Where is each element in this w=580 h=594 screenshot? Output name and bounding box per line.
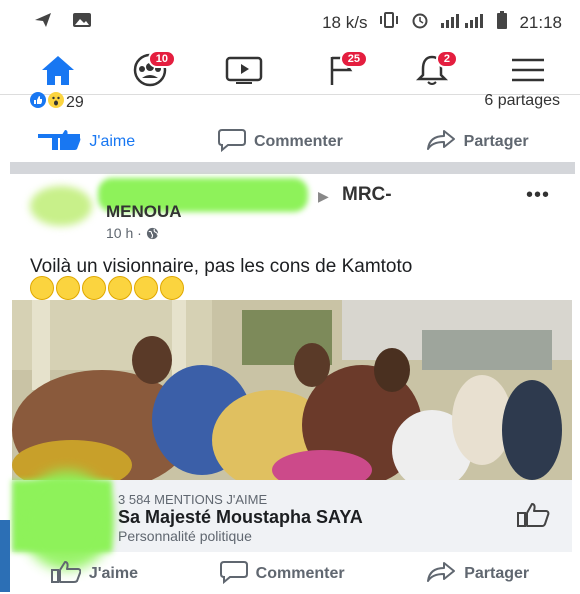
- like-label: J'aime: [89, 133, 136, 150]
- like-page-button[interactable]: [516, 502, 550, 533]
- tab-notifications[interactable]: 2: [402, 50, 462, 90]
- tab-menu[interactable]: [498, 50, 558, 90]
- wow-reaction-icon: [48, 92, 64, 113]
- like-label: J'aime: [88, 565, 138, 582]
- group-name[interactable]: MRC-: [342, 184, 392, 206]
- video-icon: [224, 55, 264, 85]
- like-button[interactable]: J'aime: [51, 129, 135, 156]
- reactions-summary[interactable]: 29: [30, 92, 84, 113]
- laughing-emoji-icon: [134, 276, 158, 300]
- page-title[interactable]: Sa Majesté Moustapha SAYA: [118, 507, 363, 528]
- globe-icon: [146, 225, 159, 241]
- share-button[interactable]: Partager: [426, 129, 529, 156]
- battery-icon: [497, 11, 508, 34]
- network-speed: 18 k/s: [322, 12, 368, 32]
- clock-time: 21:18: [519, 12, 562, 32]
- post-photo[interactable]: [12, 300, 572, 480]
- avatar[interactable]: [30, 186, 92, 226]
- thumbs-up-filled-icon: [51, 129, 81, 156]
- tab-groups[interactable]: 25: [312, 50, 372, 90]
- post-actions: J'aime Commenter Partager: [10, 554, 570, 594]
- status-bar: 18 k/s 21:18: [0, 0, 580, 44]
- home-icon: [39, 53, 77, 87]
- page-likes-count: 3 584 MENTIONS J'AIME: [118, 492, 268, 507]
- laughing-emoji-icon: [30, 276, 54, 300]
- tab-watch[interactable]: [214, 50, 274, 90]
- laughing-emoji-icon: [56, 276, 80, 300]
- alarm-icon: [411, 11, 429, 34]
- friends-badge: 10: [147, 50, 176, 68]
- post-meta: 10 h ·: [106, 225, 159, 241]
- laughing-emoji-icon: [160, 276, 184, 300]
- comment-icon: [219, 560, 248, 589]
- comment-icon: [217, 128, 246, 157]
- post-time[interactable]: 10 h ·: [106, 225, 142, 241]
- laughing-emojis: [30, 276, 184, 300]
- thumbs-up-outline-icon: [50, 560, 82, 588]
- hamburger-menu-icon: [510, 57, 546, 83]
- like-button[interactable]: J'aime: [50, 560, 138, 588]
- comment-button[interactable]: Commenter: [217, 128, 343, 157]
- left-edge-strip: [0, 520, 10, 592]
- comment-label: Commenter: [253, 133, 343, 150]
- share-arrow-icon: [426, 561, 456, 588]
- groups-badge: 25: [339, 50, 368, 68]
- share-label: Partager: [464, 565, 530, 582]
- feed-separator: [10, 162, 575, 174]
- tab-friends[interactable]: 10: [120, 50, 180, 90]
- comment-label: Commenter: [255, 565, 345, 582]
- share-button[interactable]: Partager: [426, 561, 529, 588]
- signal-icon: [441, 12, 485, 33]
- post-text: Voilà un visionnaire, pas les cons de Ka…: [30, 256, 413, 277]
- previous-post-actions: J'aime Commenter Partager: [10, 122, 570, 162]
- thumbs-up-outline-icon: [516, 503, 550, 532]
- reaction-count: 29: [66, 93, 84, 111]
- more-options-icon[interactable]: •••: [526, 184, 550, 207]
- vibrate-icon: [379, 12, 399, 33]
- previous-post-stats: 29 6 partages: [30, 92, 560, 113]
- like-reaction-icon: [30, 92, 46, 113]
- group-name-continued[interactable]: MENOUA: [106, 202, 182, 222]
- notifications-badge: 2: [435, 50, 458, 68]
- facebook-tab-bar: 10 25 2: [0, 44, 580, 138]
- comment-button[interactable]: Commenter: [219, 560, 345, 589]
- laughing-emoji-icon: [82, 276, 106, 300]
- gallery-icon: [72, 12, 92, 33]
- navigation-arrow-icon: [34, 12, 52, 33]
- page-category: Personnalité politique: [118, 528, 252, 544]
- tab-home[interactable]: [28, 50, 88, 90]
- triangle-right-icon: ▶: [318, 188, 329, 204]
- share-label: Partager: [463, 133, 529, 150]
- shares-count[interactable]: 6 partages: [484, 92, 560, 110]
- laughing-emoji-icon: [108, 276, 132, 300]
- share-arrow-icon: [426, 129, 456, 156]
